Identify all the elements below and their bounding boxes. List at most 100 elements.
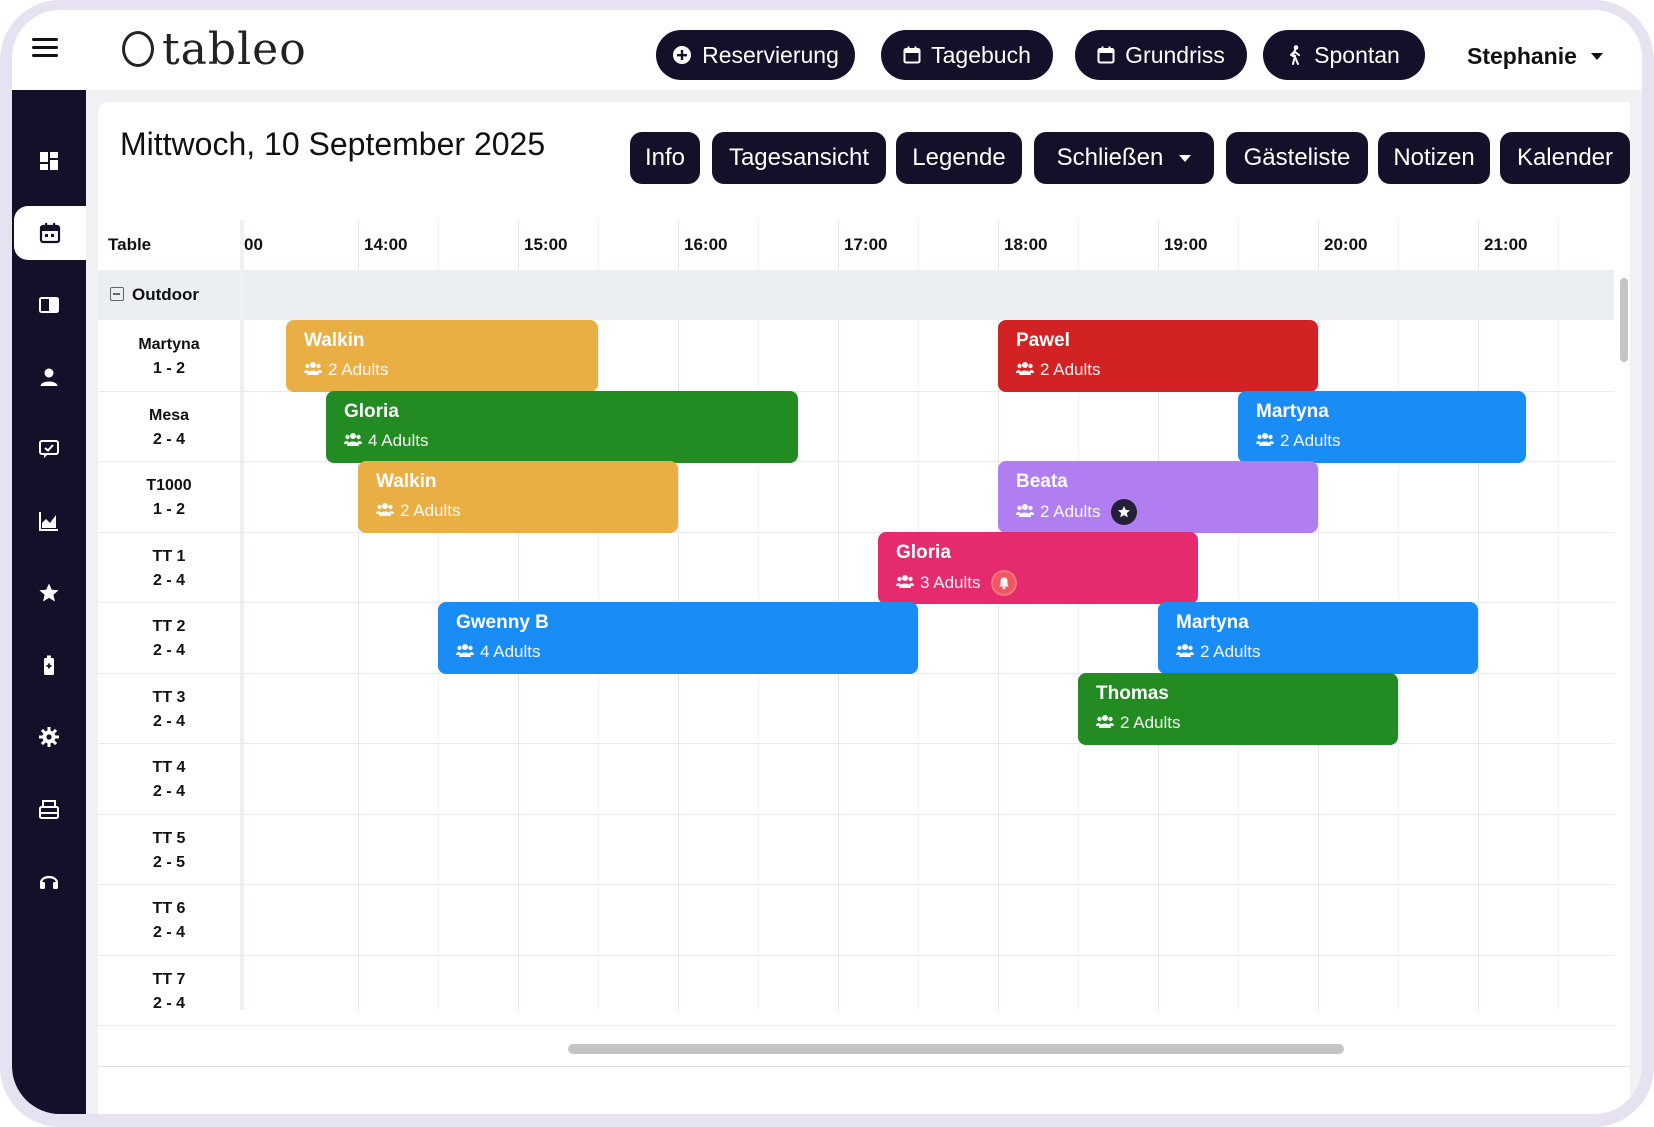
tagesansicht-button[interactable]: Tagesansicht xyxy=(712,132,886,184)
sidebar-item-support[interactable] xyxy=(12,854,86,908)
reservierung-label: Reservierung xyxy=(702,41,839,68)
sidebar-item-settings[interactable] xyxy=(12,710,86,764)
chevron-down-icon xyxy=(1590,53,1603,60)
legende-button[interactable]: Legende xyxy=(896,132,1022,184)
table-row-label[interactable]: TT 7 2 - 4 xyxy=(98,955,240,1029)
party-size-text: 2 Adults xyxy=(1120,712,1181,732)
spontan-button[interactable]: Spontan xyxy=(1263,30,1425,80)
party-size-text: 2 Adults xyxy=(328,360,389,379)
star-icon xyxy=(39,583,59,602)
table-row-label[interactable]: TT 3 2 - 4 xyxy=(98,673,240,747)
collapse-icon[interactable] xyxy=(110,287,124,301)
top-bar: tableo Reservierung Tagebuch Grundriss S… xyxy=(12,10,1642,90)
users-icon xyxy=(1016,500,1034,524)
table-name: Mesa xyxy=(148,406,190,424)
horizontal-scrollbar[interactable] xyxy=(568,1044,1344,1054)
users-icon xyxy=(1096,711,1114,735)
grundriss-label: Grundriss xyxy=(1125,41,1225,68)
grundriss-button[interactable]: Grundriss xyxy=(1075,30,1247,80)
table-row-label[interactable]: Mesa 2 - 4 xyxy=(98,391,240,465)
hamburger-menu-icon[interactable] xyxy=(32,38,58,58)
hour-label: 19:00 xyxy=(1164,235,1208,254)
tagebuch-button[interactable]: Tagebuch xyxy=(881,30,1053,80)
user-menu[interactable]: Stephanie xyxy=(1467,43,1603,70)
vertical-scrollbar[interactable] xyxy=(1620,278,1628,362)
tagesansicht-label: Tagesansicht xyxy=(728,144,870,171)
star-icon xyxy=(1110,499,1137,525)
reservation-party-size: 4 Adults xyxy=(344,429,780,453)
table-capacity: 2 - 4 xyxy=(152,924,185,941)
gear-icon xyxy=(39,727,59,747)
calendar-icon xyxy=(39,223,61,244)
logo: tableo xyxy=(122,24,307,75)
device-frame: tableo Reservierung Tagebuch Grundriss S… xyxy=(0,0,1654,1127)
reservation-block[interactable]: Gwenny B 4 Adults xyxy=(438,602,918,674)
table-capacity: 2 - 4 xyxy=(152,783,185,800)
schliessen-label: Schließen xyxy=(1056,144,1164,171)
table-capacity: 2 - 4 xyxy=(152,642,185,659)
spontan-label: Spontan xyxy=(1314,41,1400,68)
table-row-label[interactable]: TT 4 2 - 4 xyxy=(98,743,240,817)
row-divider xyxy=(98,954,1614,956)
info-button[interactable]: Info xyxy=(630,132,700,184)
logo-ring-icon xyxy=(122,31,154,67)
reservation-party-size: 4 Adults xyxy=(456,640,900,664)
sidebar-item-dashboard[interactable] xyxy=(12,134,86,188)
sidebar-item-shop[interactable] xyxy=(12,782,86,836)
dashboard-icon xyxy=(40,152,58,170)
table-capacity: 2 - 4 xyxy=(152,712,185,730)
reservation-party-size: 2 Adults xyxy=(1016,358,1300,382)
sidebar-item-favorites[interactable] xyxy=(12,566,86,620)
timeline-grid: Outdoor Table 00 14:00 15:00 16:00 17:00 18:0… xyxy=(98,220,1630,1026)
table-row-label[interactable]: TT 1 2 - 4 xyxy=(98,532,240,606)
table-name: T1000 xyxy=(146,477,192,494)
reservation-block[interactable]: Martyna 2 Adults xyxy=(1238,390,1526,463)
notizen-label: Notizen xyxy=(1393,144,1475,171)
gaesteliste-button[interactable]: Gästeliste xyxy=(1226,132,1368,184)
party-size-text: 2 Adults xyxy=(1200,642,1261,661)
table-row-label[interactable]: T1000 1 - 2 xyxy=(98,461,240,535)
table-column-header: Table xyxy=(108,235,152,254)
table-row-label[interactable]: TT 2 2 - 4 xyxy=(98,602,240,676)
hour-label: 00 xyxy=(244,235,263,254)
sidebar-item-reviews[interactable] xyxy=(12,422,86,476)
party-size-text: 3 Adults xyxy=(920,572,981,592)
user-name: Stephanie xyxy=(1467,43,1577,69)
sidebar-item-statistics[interactable] xyxy=(12,494,86,548)
schliessen-dropdown[interactable]: Schließen xyxy=(1034,132,1214,184)
reservation-block[interactable]: Gloria 3 Adults xyxy=(878,531,1198,604)
table-name: Martyna xyxy=(138,336,200,353)
reservation-block[interactable]: Pawel 2 Adults xyxy=(998,320,1318,392)
timeline-header: Table 00 14:00 15:00 16:00 17:00 18:00 19:00 20… xyxy=(98,220,1630,270)
users-icon xyxy=(376,499,394,523)
reservation-block[interactable]: Thomas 2 Adults xyxy=(1078,672,1398,745)
legende-label: Legende xyxy=(912,144,1006,171)
hour-label: 15:00 xyxy=(524,235,568,254)
table-row-label[interactable]: TT 5 2 - 5 xyxy=(98,814,240,888)
reservation-guest-name: Pawel xyxy=(1016,330,1070,351)
reservation-guest-name: Gloria xyxy=(896,541,951,563)
sidebar-item-guests[interactable] xyxy=(12,350,86,404)
reservation-block[interactable]: Walkin 2 Adults xyxy=(358,461,678,533)
party-size-text: 2 Adults xyxy=(1040,502,1101,521)
calendar-icon xyxy=(903,46,921,64)
section-row-outdoor: Outdoor xyxy=(98,270,1614,320)
reservierung-button[interactable]: Reservierung xyxy=(656,30,855,80)
sidebar-item-vouchers[interactable] xyxy=(12,638,86,692)
kalender-button[interactable]: Kalender xyxy=(1500,132,1630,184)
table-row-label[interactable]: Martyna 1 - 2 xyxy=(98,320,240,394)
reservation-party-size: 2 Adults xyxy=(1096,711,1380,735)
reservation-block[interactable]: Martyna 2 Adults xyxy=(1158,602,1478,674)
table-row-label[interactable]: TT 6 2 - 4 xyxy=(98,884,240,958)
reservation-party-size: 2 Adults xyxy=(1176,640,1460,664)
plus-circle-icon xyxy=(673,46,692,64)
sidebar-item-calendar[interactable] xyxy=(14,206,86,260)
reservation-block[interactable]: Gloria 4 Adults xyxy=(326,390,798,463)
notizen-button[interactable]: Notizen xyxy=(1378,132,1490,184)
reservation-block[interactable]: Beata 2 Adults xyxy=(998,461,1318,533)
reservation-party-size: 2 Adults xyxy=(304,358,580,382)
row-divider xyxy=(98,531,1614,533)
reservation-block[interactable]: Walkin 2 Adults xyxy=(286,320,598,392)
sidebar-item-floorplan[interactable] xyxy=(12,278,86,332)
hour-label: 17:00 xyxy=(844,235,888,254)
